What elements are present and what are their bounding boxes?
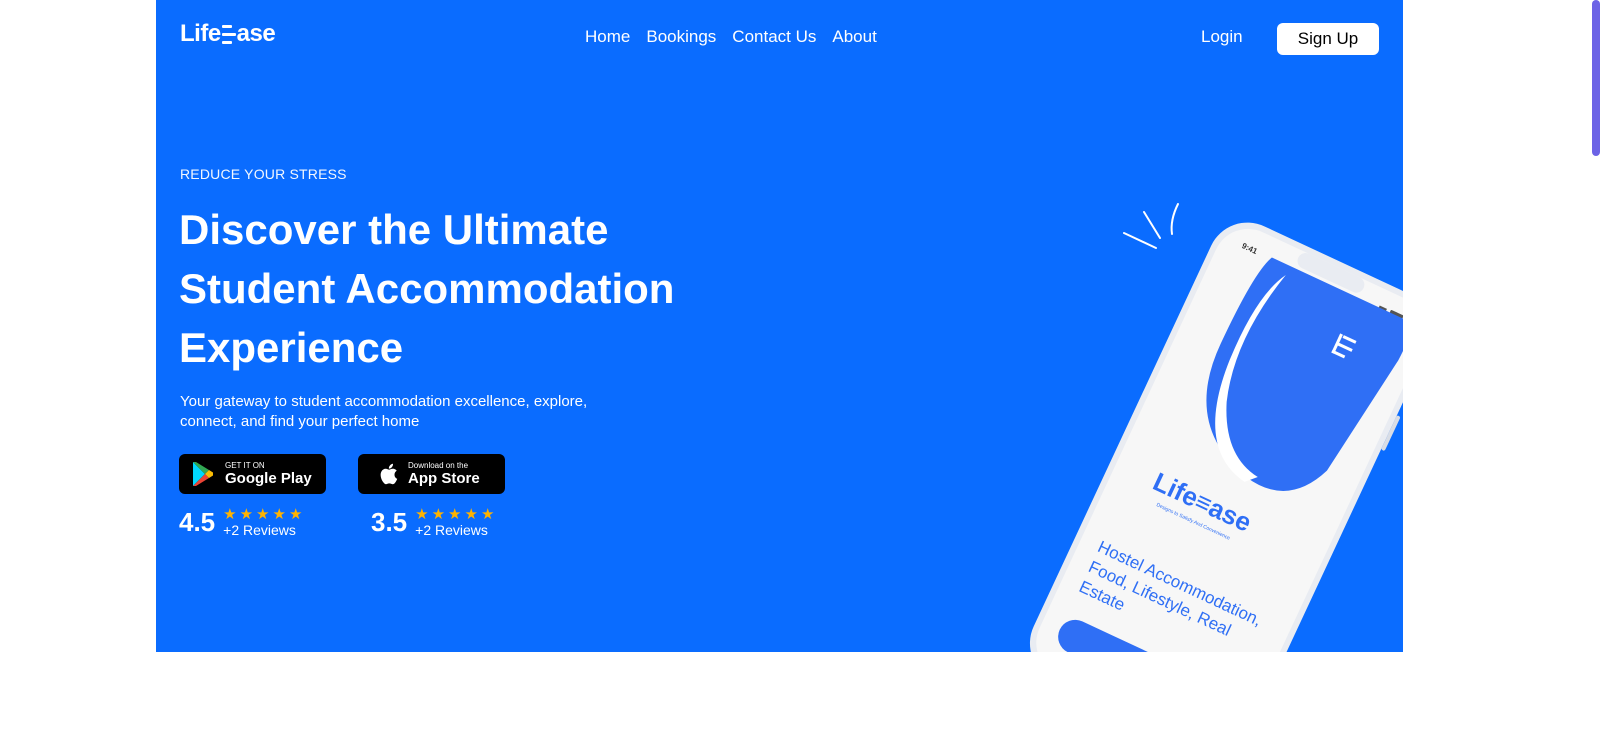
nav-about[interactable]: About — [832, 27, 876, 47]
google-play-text: GET IT ON Google Play — [225, 461, 312, 488]
sparkle-lines-icon — [1123, 203, 1179, 249]
headline-line-1: Discover the Ultimate — [179, 206, 609, 253]
signup-button[interactable]: Sign Up — [1277, 23, 1379, 55]
subtext-line-1: Your gateway to student accommodation ex… — [180, 393, 588, 410]
google-play-big: Google Play — [225, 469, 312, 487]
google-play-small: GET IT ON — [225, 460, 265, 470]
headline-line-2: Student Accommodation — [179, 265, 675, 312]
logo-text-left: Life — [180, 20, 221, 47]
hero-headline: Discover the Ultimate Student Accommodat… — [179, 200, 759, 377]
main-nav: Home Bookings Contact Us About — [585, 27, 877, 47]
apple-icon — [380, 463, 398, 485]
google-play-button[interactable]: GET IT ON Google Play — [179, 454, 326, 494]
hero-section: Life ase Home Bookings Contact Us About … — [156, 0, 1403, 652]
google-play-icon — [193, 462, 213, 486]
app-store-text: Download on the App Store — [408, 461, 480, 488]
logo[interactable]: Life ase — [180, 20, 276, 48]
app-store-big: App Store — [408, 469, 480, 487]
scrollbar-thumb[interactable] — [1592, 0, 1600, 156]
app-store-small: Download on the — [408, 460, 469, 470]
nav-bookings[interactable]: Bookings — [646, 27, 716, 47]
subtext-line-2: connect, and find your perfect home — [180, 413, 420, 430]
logo-e-mark — [221, 22, 236, 46]
apple-rating-reviews: +2 Reviews — [415, 522, 488, 538]
google-rating: 4.5 ★★★★★ +2 Reviews — [179, 505, 305, 539]
eyebrow-text: REDUCE YOUR STRESS — [180, 166, 347, 182]
phone-mockup-illustration: 9:41 Life≡ase Designs to Satisfy And Con… — [1029, 203, 1403, 652]
app-store-button[interactable]: Download on the App Store — [358, 454, 505, 494]
google-rating-stars-icon: ★★★★★ — [223, 506, 306, 523]
google-rating-reviews: +2 Reviews — [223, 522, 296, 538]
apple-rating: 3.5 ★★★★★ +2 Reviews — [371, 505, 497, 539]
google-rating-score: 4.5 — [179, 507, 216, 537]
nav-contact-us[interactable]: Contact Us — [732, 27, 816, 47]
logo-text-right: ase — [236, 20, 276, 47]
apple-rating-stars-icon: ★★★★★ — [415, 506, 498, 523]
apple-rating-score: 3.5 — [371, 507, 408, 537]
headline-line-3: Experience — [179, 324, 404, 371]
nav-home[interactable]: Home — [585, 27, 630, 47]
login-link[interactable]: Login — [1201, 27, 1243, 47]
hero-subtext: Your gateway to student accommodation ex… — [180, 392, 620, 432]
